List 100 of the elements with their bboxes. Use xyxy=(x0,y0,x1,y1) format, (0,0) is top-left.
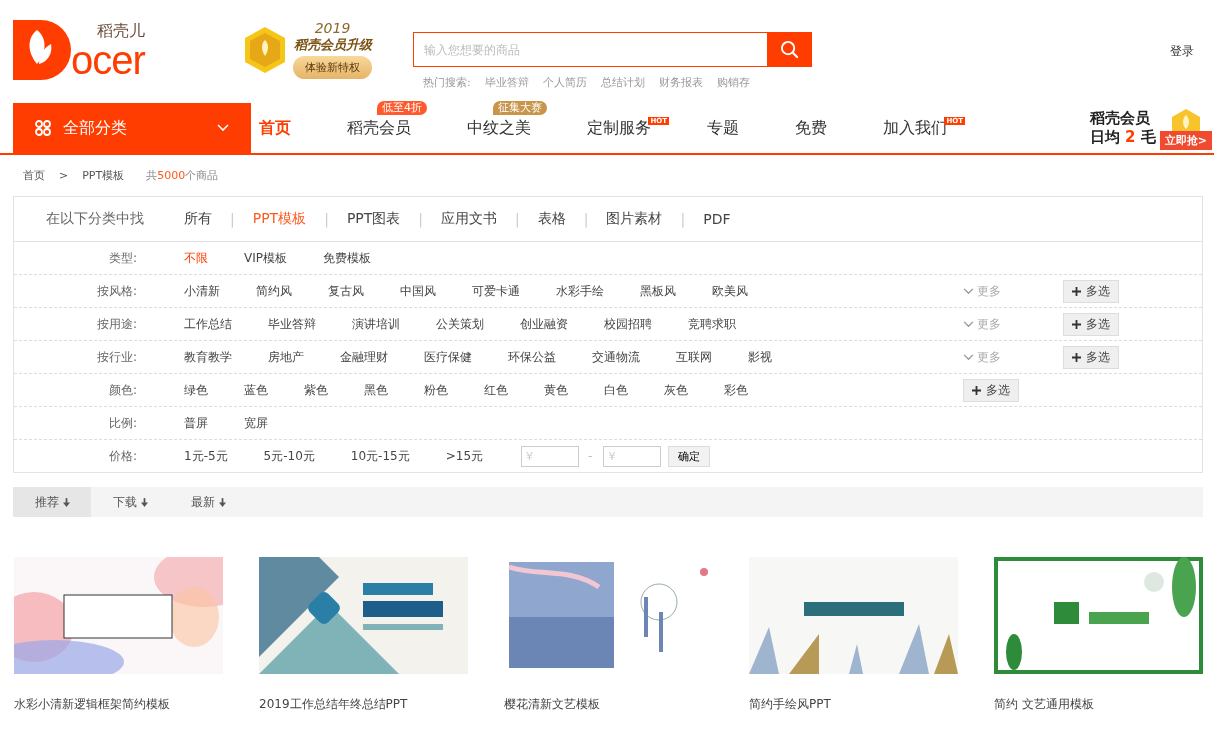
filter-option[interactable]: 免费模板 xyxy=(323,249,371,267)
hot-search-label: 热门搜索: xyxy=(423,75,471,90)
promo-tag: 征集大赛 xyxy=(493,100,547,115)
search-button[interactable] xyxy=(767,32,812,67)
filter-option[interactable]: 红色 xyxy=(484,381,508,399)
tab-separator: | xyxy=(230,211,235,227)
filter-option[interactable]: 校园招聘 xyxy=(604,315,652,333)
chevron-down-icon xyxy=(963,320,974,328)
tab-separator: | xyxy=(583,211,589,227)
filter-option[interactable]: VIP模板 xyxy=(244,249,287,267)
product-title[interactable]: 简约手绘风PPT xyxy=(749,696,958,713)
filter-option[interactable]: 互联网 xyxy=(676,348,712,366)
filter-option[interactable]: 水彩手绘 xyxy=(556,282,604,300)
filter-option[interactable]: 黑板风 xyxy=(640,282,676,300)
filter-option[interactable]: 白色 xyxy=(604,381,628,399)
max-price-field[interactable]: ¥ xyxy=(603,445,662,467)
nav-link[interactable]: 中纹之美 xyxy=(459,117,539,139)
min-price-field[interactable]: ¥ xyxy=(521,445,580,467)
filter-option[interactable]: 演讲培训 xyxy=(352,315,400,333)
category-tab[interactable]: PPT图表 xyxy=(346,210,401,228)
search-icon xyxy=(780,40,799,59)
range-dash: - xyxy=(588,449,593,463)
sort-tab[interactable]: 最新 xyxy=(169,487,247,517)
filter-option[interactable]: 公关策划 xyxy=(436,315,484,333)
filter-option[interactable]: 彩色 xyxy=(724,381,748,399)
filter-option[interactable]: 环保公益 xyxy=(508,348,556,366)
filter-option[interactable]: 紫色 xyxy=(304,381,328,399)
filter-option[interactable]: >15元 xyxy=(445,447,484,465)
filter-option[interactable]: 毕业答辩 xyxy=(268,315,316,333)
filter-option[interactable]: 宽屏 xyxy=(244,414,268,432)
filter-option[interactable]: 黑色 xyxy=(364,381,388,399)
nav-link[interactable]: 稻壳会员 xyxy=(339,117,419,139)
filter-option[interactable]: 5元-10元 xyxy=(263,447,315,465)
plus-icon xyxy=(972,385,981,395)
product-title[interactable]: 水彩小清新逻辑框架简约模板 xyxy=(14,696,223,713)
grid-icon xyxy=(35,120,51,136)
filter-option[interactable]: 工作总结 xyxy=(184,315,232,333)
vip-price: 日均 2 毛 xyxy=(1089,128,1156,147)
filter-label: 类型: xyxy=(107,249,137,267)
filter-option[interactable]: 灰色 xyxy=(664,381,688,399)
hexagon-medal-icon xyxy=(243,25,287,74)
tab-separator: | xyxy=(515,211,520,227)
filter-option[interactable]: 普屏 xyxy=(184,414,208,432)
category-tab[interactable]: 图片素材 xyxy=(606,210,663,228)
down-arrow-icon xyxy=(140,497,148,507)
filter-option[interactable]: 房地产 xyxy=(268,348,304,366)
filter-option[interactable]: 1元-5元 xyxy=(184,447,228,465)
filter-label: 按风格: xyxy=(95,282,137,300)
nav-link[interactable]: 免费 xyxy=(787,117,835,139)
plus-icon xyxy=(1072,286,1081,296)
filter-option[interactable]: 交通物流 xyxy=(592,348,640,366)
product-title[interactable]: 樱花清新文艺模板 xyxy=(504,696,713,713)
sort-tab[interactable]: 推荐 xyxy=(13,487,91,517)
category-tab[interactable]: PDF xyxy=(703,211,731,227)
filter-option[interactable]: 绿色 xyxy=(184,381,208,399)
filter-option[interactable]: 蓝色 xyxy=(244,381,268,399)
filter-option[interactable]: 不限 xyxy=(184,249,208,267)
logo-wordmark: ocer xyxy=(71,40,145,80)
category-tab[interactable]: 应用文书 xyxy=(441,210,498,228)
filter-option[interactable]: 竞聘求职 xyxy=(688,315,736,333)
chevron-down-icon xyxy=(217,124,229,132)
confirm-button[interactable]: 确定 xyxy=(668,445,711,467)
category-filter-label: 在以下分类中找 xyxy=(46,210,145,228)
filter-option[interactable]: 复古风 xyxy=(328,282,364,300)
sort-tab[interactable]: 下载 xyxy=(91,487,169,517)
filter-option[interactable]: 可爱卡通 xyxy=(472,282,520,300)
multi-select-button[interactable]: 多选 xyxy=(963,378,1019,402)
all-categories-button[interactable]: 全部分类 xyxy=(13,103,251,153)
multi-select-button[interactable]: 多选 xyxy=(1063,312,1119,336)
search-field[interactable]: 输入您想要的商品 xyxy=(413,32,767,67)
breadcrumb-link[interactable]: 首页 xyxy=(23,167,45,183)
filter-option[interactable]: 创业融资 xyxy=(520,315,568,333)
filter-option[interactable]: 10元-15元 xyxy=(350,447,410,465)
filter-option[interactable]: 黄色 xyxy=(544,381,568,399)
filter-option[interactable]: 小清新 xyxy=(184,282,220,300)
category-tab[interactable]: 所有 xyxy=(184,210,212,228)
promo-title: 稻壳会员升级 xyxy=(293,36,372,54)
filter-option[interactable]: 简约风 xyxy=(256,282,292,300)
login-link[interactable]: 登录 xyxy=(1170,43,1194,60)
product-title[interactable]: 简约 文艺通用模板 xyxy=(994,696,1203,713)
filter-option[interactable]: 欧美风 xyxy=(712,282,748,300)
category-tab[interactable]: 表格 xyxy=(537,210,566,228)
nav-link[interactable]: 专题 xyxy=(699,117,747,139)
filter-option[interactable]: 粉色 xyxy=(424,381,448,399)
tab-separator: | xyxy=(418,211,424,227)
filter-option[interactable]: 影视 xyxy=(748,348,772,366)
multi-select-button[interactable]: 多选 xyxy=(1063,345,1119,369)
filter-option[interactable]: 教育教学 xyxy=(184,348,232,366)
grab-now-button[interactable]: 立即抢> xyxy=(1159,130,1212,150)
breadcrumb-link[interactable]: PPT模板 xyxy=(82,167,125,183)
chevron-down-icon xyxy=(963,353,974,361)
multi-select-button[interactable]: 多选 xyxy=(1063,279,1119,303)
product-title[interactable]: 2019工作总结年终总结PPT xyxy=(259,696,468,713)
filter-option[interactable]: 金融理财 xyxy=(340,348,388,366)
filter-option[interactable]: 医疗保健 xyxy=(424,348,472,366)
filter-option[interactable]: 中国风 xyxy=(400,282,436,300)
tab-separator: | xyxy=(324,211,329,227)
nav-link[interactable]: 首页 xyxy=(251,117,299,139)
promo-tag: 低至4折 xyxy=(377,100,427,115)
promo-button[interactable]: 体验新特权 xyxy=(293,56,372,79)
